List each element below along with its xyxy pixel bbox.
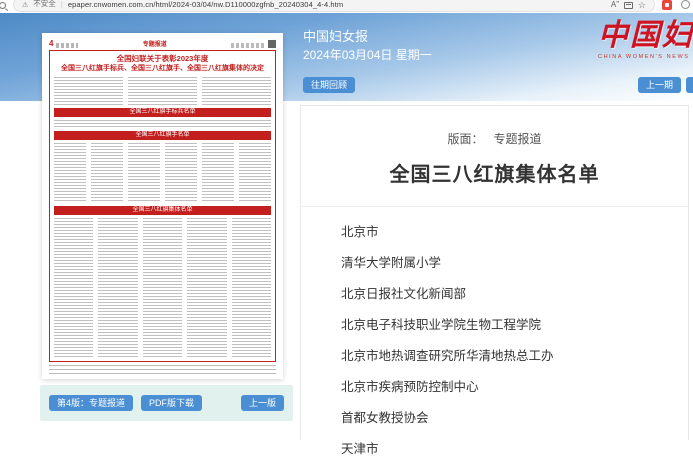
prev-page-button[interactable]: 上一版 xyxy=(241,395,284,411)
logo-subtext: CHINA WOMEN'S NEWS xyxy=(598,54,693,60)
article-panel: 版面： 专题报道 全国三八红旗集体名单 北京市 清华大学附属小学 北京日报社文化新… xyxy=(300,105,689,440)
list-item[interactable]: 北京电子科技职业学院生物工程学院 xyxy=(341,308,688,339)
read-aloud-icon[interactable]: A” xyxy=(611,0,619,9)
url-text[interactable]: epaper.cnwomen.com.cn/html/2024-03/04/nw… xyxy=(68,0,606,9)
qr-code-icon xyxy=(268,40,276,48)
simulated-text-columns xyxy=(54,218,271,358)
collections-icon[interactable] xyxy=(624,2,633,9)
star-icon[interactable]: ☆ xyxy=(638,2,646,9)
simulated-footer-text xyxy=(49,365,276,374)
warning-icon: ⚠ xyxy=(22,1,28,9)
issue-date: 2024年03月04日 星期一 xyxy=(303,46,432,63)
address-pill[interactable]: ⚠ 不安全 | epaper.cnwomen.com.cn/html/2024-… xyxy=(13,0,655,12)
back-issues-button[interactable]: 往期回顾 xyxy=(303,77,355,93)
list-item[interactable]: 清华大学附属小学 xyxy=(341,246,688,277)
security-label[interactable]: 不安全 xyxy=(33,0,56,9)
headline-line2: 全国三八红旗手标兵、全国三八红旗手、全国三八红旗集体的决定 xyxy=(54,64,271,74)
browser-address-bar: ⚠ 不安全 | epaper.cnwomen.com.cn/html/2024-… xyxy=(0,0,693,13)
edition-line: 版面： 专题报道 xyxy=(301,130,688,147)
folio-right-text xyxy=(231,43,265,48)
newspaper-body: 全国妇联关于表彰2023年度 全国三八红旗手标兵、全国三八红旗手、全国三八红旗集… xyxy=(49,50,276,362)
address-separator: | xyxy=(61,0,63,9)
article-title: 全国三八红旗集体名单 xyxy=(301,158,688,187)
brand-logo: 中国妇女 CHINA WOMEN'S NEWS xyxy=(598,19,693,60)
paper-name: 中国妇女报 xyxy=(303,26,368,45)
list-banner-2: 全国三八红旗手名单 xyxy=(54,131,271,140)
list-banner-3: 全国三八红旗集体名单 xyxy=(54,206,271,215)
edition-section-button[interactable]: 第4版：专题报道 xyxy=(49,395,133,411)
page-action-bar: 第4版：专题报道 PDF版下载 上一版 xyxy=(40,385,293,421)
list-item[interactable]: 天津市 xyxy=(341,432,688,463)
page: 中国妇女报 2024年03月04日 星期一 中国妇女 CHINA WOMEN'S… xyxy=(0,13,693,439)
list-banner-1: 全国三八红旗手标兵名单 xyxy=(54,108,271,117)
simulated-names-row xyxy=(54,120,271,128)
folio-section-label: 专题报道 xyxy=(143,39,167,48)
next-issue-button[interactable]: 下一期 xyxy=(686,77,693,93)
edition-label: 版面： xyxy=(447,132,483,146)
list-item[interactable]: 北京市疾病预防控制中心 xyxy=(341,370,688,401)
logo-calligraphy: 中国妇女 xyxy=(598,19,693,53)
profile-icon[interactable] xyxy=(681,0,690,9)
edition-value: 专题报道 xyxy=(494,132,542,146)
prev-issue-button[interactable]: 上一期 xyxy=(638,77,681,93)
simulated-text-columns xyxy=(54,77,271,105)
list-item[interactable]: 北京市 xyxy=(341,215,688,246)
newspaper-page-preview[interactable]: 4 专题报道 全国妇联关于表彰2023年度 全国三八红旗手标兵、全国三八红旗手、… xyxy=(42,33,283,379)
search-icon[interactable] xyxy=(0,2,6,9)
newspaper-folio: 4 专题报道 xyxy=(49,38,276,48)
folio-page-number: 4 xyxy=(49,40,53,48)
pdf-download-button[interactable]: PDF版下载 xyxy=(141,395,202,411)
list-item[interactable]: 北京市地热调查研究所华清地热总工办 xyxy=(341,339,688,370)
list-item[interactable]: 首都女教授协会 xyxy=(341,401,688,432)
extension-icon[interactable] xyxy=(662,0,672,10)
list-item[interactable]: 北京日报社文化新闻部 xyxy=(341,277,688,308)
newspaper-headline: 全国妇联关于表彰2023年度 全国三八红旗手标兵、全国三八红旗手、全国三八红旗集… xyxy=(54,54,271,74)
simulated-text-columns xyxy=(54,143,271,203)
honoree-list: 北京市 清华大学附属小学 北京日报社文化新闻部 北京电子科技职业学院生物工程学院… xyxy=(301,207,688,463)
folio-left-text xyxy=(56,43,78,48)
headline-line1: 全国妇联关于表彰2023年度 xyxy=(54,54,271,64)
